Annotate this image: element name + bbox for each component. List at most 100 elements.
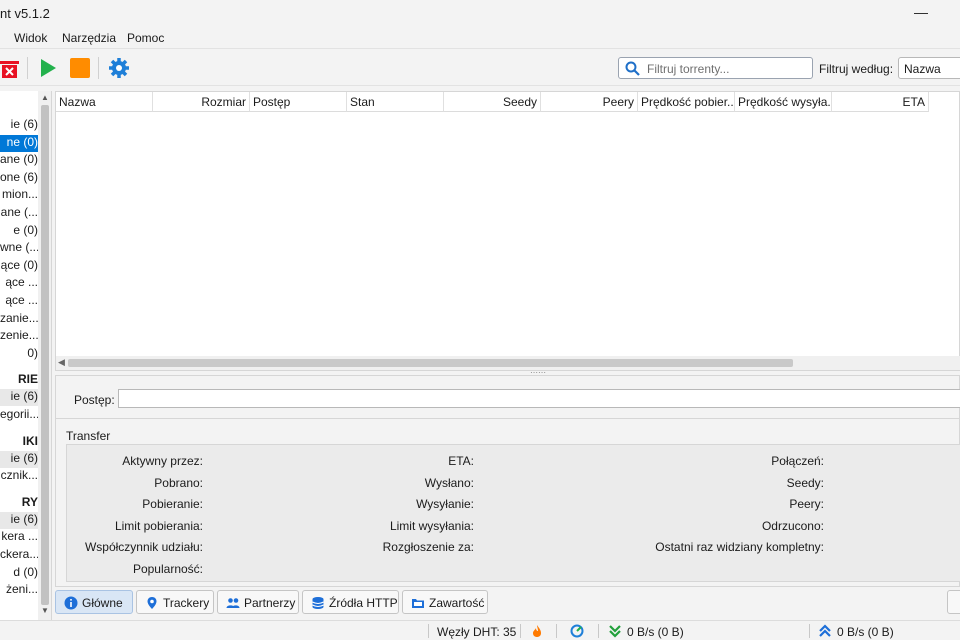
panel-toggle-button[interactable] bbox=[947, 590, 960, 614]
column-header[interactable]: Postęp bbox=[250, 92, 347, 112]
column-header[interactable]: Rozmiar bbox=[153, 92, 250, 112]
sidebar-item[interactable]: ące ... bbox=[0, 275, 38, 292]
transfer-field-label: Wysłano: bbox=[424, 475, 474, 490]
tab-peers[interactable]: Partnerzy bbox=[217, 590, 299, 614]
upload-speed-icon bbox=[819, 624, 831, 637]
sidebar-item-label: ie (6) bbox=[10, 117, 38, 131]
sidebar-item[interactable]: ące (0) bbox=[0, 258, 38, 275]
sidebar-item[interactable]: ne (0) bbox=[0, 134, 38, 152]
menu-tools[interactable]: Narzędzia bbox=[62, 31, 116, 45]
column-header[interactable]: Prędkość wysyła... bbox=[735, 92, 832, 112]
column-header[interactable]: Peery bbox=[541, 92, 638, 112]
scroll-down-icon[interactable]: ▼ bbox=[40, 606, 50, 616]
transfer-title: Transfer bbox=[66, 429, 111, 443]
scrollbar-thumb[interactable] bbox=[41, 105, 49, 605]
sidebar-item-label: ie (6) bbox=[10, 450, 38, 465]
tab-label: Trackery bbox=[163, 596, 210, 610]
transfer-field-label: Seedy: bbox=[786, 475, 824, 490]
sidebar-item[interactable]: mion... bbox=[0, 187, 38, 204]
filter-select[interactable]: Nazwa bbox=[898, 57, 960, 79]
sidebar-item-label: zenie... bbox=[0, 328, 38, 343]
filter-select-value: Nazwa bbox=[904, 62, 941, 76]
info-icon bbox=[64, 596, 78, 610]
transfer-field-label: Peery: bbox=[789, 497, 824, 511]
sidebar-item[interactable]: ie (6) bbox=[0, 511, 38, 529]
details-panel: Postęp: Transfer Aktywny przez: Pobrano: P… bbox=[55, 375, 960, 587]
sidebar-item[interactable]: d (0) bbox=[0, 565, 38, 582]
sidebar-item-label: ące ... bbox=[5, 293, 38, 307]
sidebar-scrollbar[interactable]: ▲ ▼ bbox=[38, 91, 51, 620]
scrollbar-thumb[interactable] bbox=[68, 359, 793, 367]
filter-label: Filtruj według: bbox=[819, 62, 894, 76]
list-horizontal-scrollbar[interactable]: ◀ bbox=[56, 356, 960, 370]
column-header[interactable]: ETA bbox=[832, 92, 929, 112]
status-separator bbox=[556, 624, 557, 638]
settings-icon[interactable] bbox=[108, 57, 130, 79]
peers-icon bbox=[226, 598, 240, 608]
search-input[interactable]: Filtruj torrenty... bbox=[618, 57, 813, 79]
sidebar-item[interactable]: ące ... bbox=[0, 293, 38, 310]
transfer-field-label: Współczynnik udziału: bbox=[84, 540, 203, 554]
sidebar-item-label: cznik... bbox=[0, 468, 38, 483]
delete-icon[interactable] bbox=[0, 57, 22, 79]
tab-folder[interactable]: Zawartość bbox=[402, 590, 488, 614]
flame-icon[interactable] bbox=[530, 624, 544, 638]
scroll-up-icon[interactable]: ▲ bbox=[40, 93, 50, 103]
sidebar-item[interactable]: 0) bbox=[0, 346, 38, 363]
sidebar-item[interactable]: ckera... bbox=[0, 547, 38, 564]
sidebar-item[interactable]: one (6) bbox=[0, 170, 38, 187]
speed-limit-icon[interactable] bbox=[570, 624, 584, 638]
scroll-left-icon[interactable]: ◀ bbox=[58, 357, 65, 368]
sidebar-item-label: d (0) bbox=[13, 564, 38, 579]
column-header[interactable]: Stan bbox=[347, 92, 444, 112]
sidebar-item-label: ie (6) bbox=[10, 389, 38, 404]
sidebar-item[interactable]: wne (... bbox=[0, 240, 38, 257]
search-icon bbox=[625, 61, 640, 76]
column-header[interactable]: Nazwa bbox=[56, 92, 153, 112]
pause-icon[interactable] bbox=[69, 57, 91, 79]
sidebar-item[interactable]: ane (... bbox=[0, 205, 38, 222]
sidebar-item[interactable]: ie (6) bbox=[0, 389, 38, 407]
database-icon bbox=[312, 597, 324, 609]
sidebar-item[interactable]: ie (6) bbox=[0, 117, 38, 134]
status-separator bbox=[598, 624, 599, 638]
transfer-field-label: Rozgłoszenie za: bbox=[382, 540, 474, 554]
folder-icon bbox=[412, 599, 424, 608]
status-separator bbox=[428, 624, 429, 638]
status-separator bbox=[809, 624, 810, 638]
transfer-field-label: Limit pobierania: bbox=[114, 518, 203, 533]
sidebar-section-categories: RIE bbox=[17, 372, 38, 387]
torrent-list[interactable]: Nazwa Rozmiar Postęp Stan Seedy Peery Prędkość… bbox=[55, 91, 960, 371]
minimize-icon[interactable]: — bbox=[914, 4, 930, 20]
sidebar-item[interactable]: zanie... bbox=[0, 311, 38, 328]
sidebar-item[interactable]: ane (0) bbox=[0, 152, 38, 169]
download-speed-icon bbox=[609, 625, 621, 638]
sidebar-item-label: mion... bbox=[1, 187, 38, 202]
sidebar-item[interactable]: żeni... bbox=[0, 582, 38, 599]
sidebar-item[interactable]: cznik... bbox=[0, 468, 38, 485]
tab-database[interactable]: Źródła HTTP bbox=[302, 590, 399, 614]
menu-view[interactable]: Widok bbox=[14, 31, 47, 45]
sidebar-item-label: kera ... bbox=[1, 529, 38, 544]
sidebar-item-label: 0) bbox=[27, 345, 38, 360]
sidebar-item[interactable]: kera ... bbox=[0, 529, 38, 546]
sidebar-item-label: ckera... bbox=[0, 547, 38, 561]
resume-icon[interactable] bbox=[37, 57, 59, 79]
sidebar-item[interactable]: egorii... bbox=[0, 407, 38, 424]
tab-label: Zawartość bbox=[429, 596, 485, 610]
sidebar-item-label: wne (... bbox=[0, 240, 38, 255]
menu-help[interactable]: Pomoc bbox=[127, 31, 164, 45]
sidebar-item-label: one (6) bbox=[0, 169, 38, 184]
column-header[interactable]: Prędkość pobier... bbox=[638, 92, 735, 112]
sidebar-item[interactable]: zenie... bbox=[0, 328, 38, 345]
divider bbox=[56, 418, 960, 419]
tab-info[interactable]: Główne bbox=[55, 590, 133, 614]
sidebar-item-label: ne (0) bbox=[6, 134, 38, 149]
column-header[interactable]: Seedy bbox=[444, 92, 541, 112]
transfer-field-label: Wysyłanie: bbox=[416, 497, 474, 511]
sidebar-item[interactable]: e (0) bbox=[0, 223, 38, 240]
window-title: nt v5.1.2 bbox=[0, 6, 50, 21]
tab-pin[interactable]: Trackery bbox=[136, 590, 214, 614]
toolbar-separator bbox=[27, 57, 28, 79]
sidebar-item[interactable]: ie (6) bbox=[0, 450, 38, 468]
